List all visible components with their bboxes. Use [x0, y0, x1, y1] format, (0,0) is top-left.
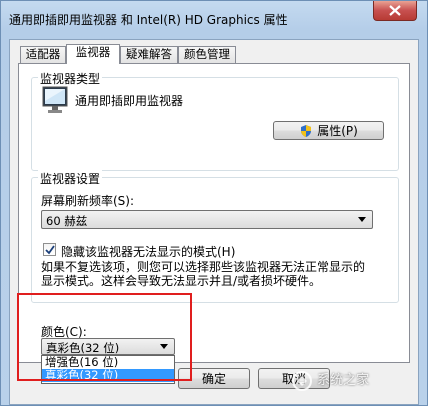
- refresh-rate-select[interactable]: 60 赫兹: [41, 210, 373, 229]
- tab-color-management[interactable]: 颜色管理: [178, 46, 236, 63]
- close-button[interactable]: [373, 1, 417, 21]
- window-title: 通用即插即用监视器 和 Intel(R) HD Graphics 属性: [9, 13, 288, 27]
- refresh-rate-label: 屏幕刷新频率(S):: [41, 194, 135, 208]
- logo-icon: [292, 370, 312, 391]
- monitor-icon: [42, 86, 68, 113]
- highlight-annotation-box: [17, 293, 192, 381]
- properties-button-label: 属性(P): [317, 124, 358, 138]
- tab-adapter[interactable]: 适配器: [20, 46, 66, 63]
- chevron-down-icon: [358, 217, 366, 222]
- refresh-rate-value: 60 赫兹: [46, 214, 88, 228]
- monitor-settings-label: 监视器设置: [38, 170, 103, 187]
- monitor-device-name: 通用即插即用监视器: [75, 94, 184, 108]
- close-icon: [389, 5, 401, 16]
- watermark-text: 系统之家: [317, 373, 370, 388]
- tab-troubleshoot[interactable]: 疑难解答: [120, 46, 178, 63]
- tab-monitor[interactable]: 监视器: [66, 44, 120, 64]
- watermark: 系统之家: [291, 369, 417, 399]
- properties-window: 通用即插即用监视器 和 Intel(R) HD Graphics 属性 适配器 …: [0, 0, 428, 406]
- shield-icon: [301, 124, 312, 137]
- checkmark-icon: [44, 244, 55, 254]
- hide-modes-checkbox[interactable]: [43, 243, 56, 256]
- description-line-2: 显示模式。这样会导致无法显示并且/或者损坏硬件。: [41, 274, 322, 288]
- properties-button[interactable]: 属性(P): [273, 121, 384, 140]
